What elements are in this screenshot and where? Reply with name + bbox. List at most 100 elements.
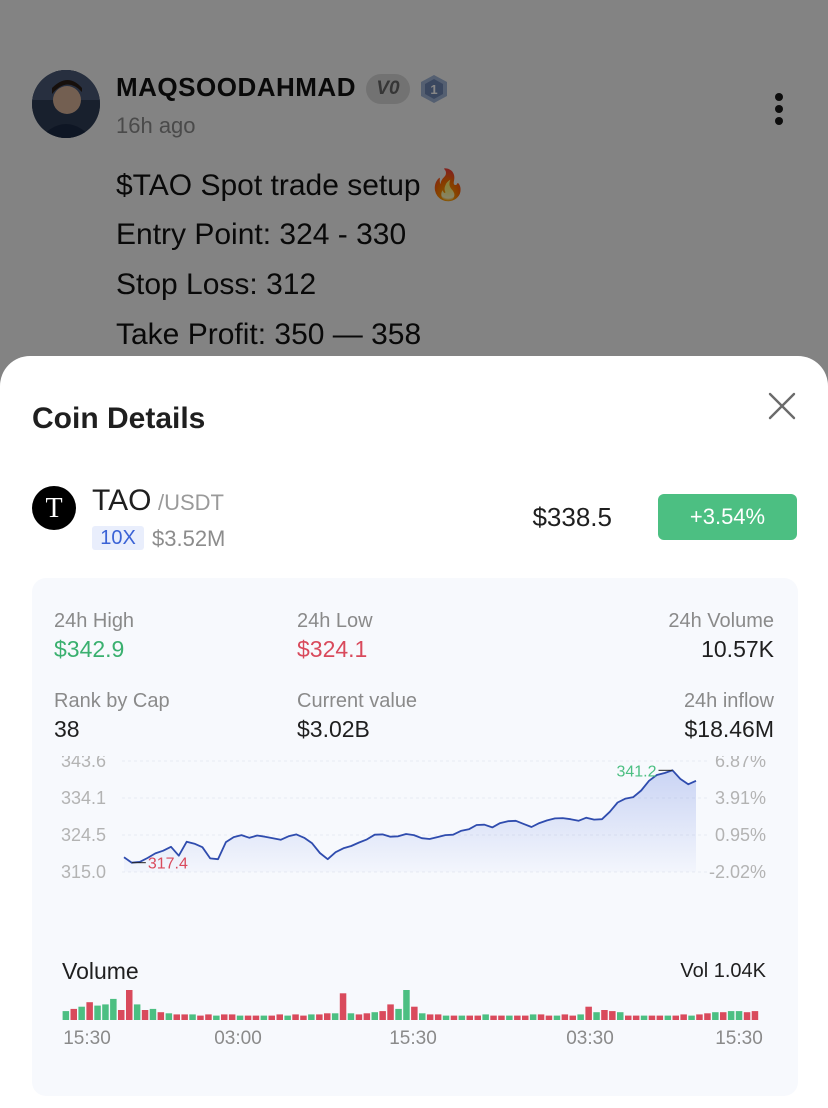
volume-bar <box>696 1014 703 1020</box>
volume-bar <box>442 1015 450 1020</box>
current-value-label: Current value <box>297 690 418 712</box>
percent-tick-label: 6.87% <box>715 756 766 771</box>
volume-bar <box>70 1008 77 1020</box>
volume-bar <box>720 1012 727 1020</box>
volume-bar <box>609 1011 616 1020</box>
volume-bar <box>228 1014 236 1020</box>
volume-bar <box>514 1015 521 1020</box>
volume-bar <box>244 1015 252 1020</box>
volume-bar <box>585 1006 592 1020</box>
volume-bar <box>490 1015 497 1020</box>
volume-bar <box>743 1012 751 1020</box>
volume-bar <box>553 1015 561 1020</box>
stats-panel: 24h High $342.9 24h Low $324.1 24h Volum… <box>32 578 798 1096</box>
volume-bar <box>434 1014 442 1020</box>
volume-bar <box>727 1011 735 1020</box>
volume-bar <box>664 1015 672 1020</box>
coin-price: $338.5 <box>532 502 612 532</box>
close-icon[interactable] <box>762 386 802 426</box>
volume-bar <box>252 1015 260 1020</box>
tao-logo-icon: T <box>32 486 76 530</box>
volume-bar <box>411 1006 418 1020</box>
volume-bar <box>62 1011 70 1020</box>
high-label: 24h High <box>54 610 135 632</box>
low-label: 24h Low <box>297 610 373 632</box>
volume-bar <box>545 1015 553 1020</box>
volume-bar <box>102 1004 109 1020</box>
volume-bar <box>419 1013 426 1020</box>
volume-bar <box>537 1014 545 1020</box>
volume-bar <box>316 1014 323 1020</box>
volume-bar <box>94 1005 101 1020</box>
high-value: $342.9 <box>54 636 125 662</box>
volume-bar <box>482 1014 489 1020</box>
current-value: $3.02B <box>297 716 370 742</box>
volume-bar <box>395 1008 402 1020</box>
volume-bar <box>688 1015 695 1020</box>
volume-bar <box>474 1015 481 1020</box>
volume-bar <box>640 1015 648 1020</box>
max-price-label: 341.2 <box>616 763 656 780</box>
volume-bar <box>632 1015 640 1020</box>
volume-bar <box>577 1014 584 1020</box>
volume-bar <box>593 1012 600 1020</box>
volume-bar <box>78 1006 85 1020</box>
low-value: $324.1 <box>297 636 368 662</box>
volume-bar <box>625 1015 632 1020</box>
volume-bar <box>205 1014 212 1020</box>
volume-bar <box>181 1014 188 1020</box>
volume-bar <box>189 1014 196 1020</box>
volume-bar <box>363 1013 371 1020</box>
price-tick-label: 315.0 <box>61 862 106 882</box>
volume-bar <box>221 1014 228 1020</box>
volume-bar <box>529 1014 537 1020</box>
percent-tick-label: -2.02% <box>709 862 766 882</box>
time-tick-label: 03:30 <box>566 1028 614 1049</box>
rank-label: Rank by Cap <box>54 690 170 712</box>
volume-bar <box>165 1013 173 1020</box>
min-price-label: 317.4 <box>148 856 188 873</box>
inflow-label: 24h inflow <box>683 690 774 712</box>
volume-bar <box>213 1015 220 1020</box>
volume-bar <box>260 1015 268 1020</box>
volume-bar <box>126 990 133 1020</box>
volume-total: Vol 1.04K <box>680 960 766 982</box>
volume-title: Volume <box>62 958 139 984</box>
volume-bar <box>601 1010 608 1020</box>
volume-bar <box>268 1015 275 1020</box>
volume-bar <box>141 1010 149 1020</box>
volume-label: 24h Volume <box>668 610 774 632</box>
volume-bar <box>371 1012 378 1020</box>
volume-bar <box>324 1013 331 1020</box>
volume-bar <box>118 1010 125 1020</box>
price-tick-label: 324.5 <box>61 825 106 845</box>
volume-bar <box>276 1014 283 1020</box>
tao-logo-letter: T <box>45 493 62 524</box>
volume-bar <box>355 1014 363 1020</box>
leverage-badge: 10X <box>92 526 144 550</box>
volume-bar <box>426 1014 434 1020</box>
volume-bar <box>656 1015 664 1020</box>
inflow-value: $18.46M <box>684 716 774 742</box>
volume-bar <box>284 1015 291 1020</box>
percent-tick-label: 0.95% <box>715 825 766 845</box>
coin-details-sheet: Coin Details T TAO /USDT 10X $3.52M $338… <box>0 356 828 1108</box>
coin-quote: /USDT <box>158 490 224 515</box>
volume-bar <box>498 1015 505 1020</box>
volume-bar <box>387 1004 394 1020</box>
volume-bar <box>339 993 347 1020</box>
volume-bar <box>680 1014 687 1020</box>
volume-bar <box>506 1015 513 1020</box>
volume-chart[interactable]: 15:30 03:00 15:30 03:30 15:30 <box>32 990 798 1090</box>
rank-value: 38 <box>54 716 80 742</box>
volume-bar <box>300 1015 307 1020</box>
volume-bar <box>450 1015 458 1020</box>
price-chart[interactable]: 343.6 6.87% 334.1 3.91% 324.5 0.95% 315.0 -2.02… <box>32 756 798 912</box>
volume-bar <box>735 1011 743 1020</box>
volume-bar <box>292 1014 299 1020</box>
volume-bar <box>458 1015 466 1020</box>
price-change-badge[interactable]: +3.54% <box>658 494 797 540</box>
volume-bar <box>403 990 410 1020</box>
volume-bar <box>466 1015 473 1020</box>
price-tick-label: 334.1 <box>61 788 106 808</box>
